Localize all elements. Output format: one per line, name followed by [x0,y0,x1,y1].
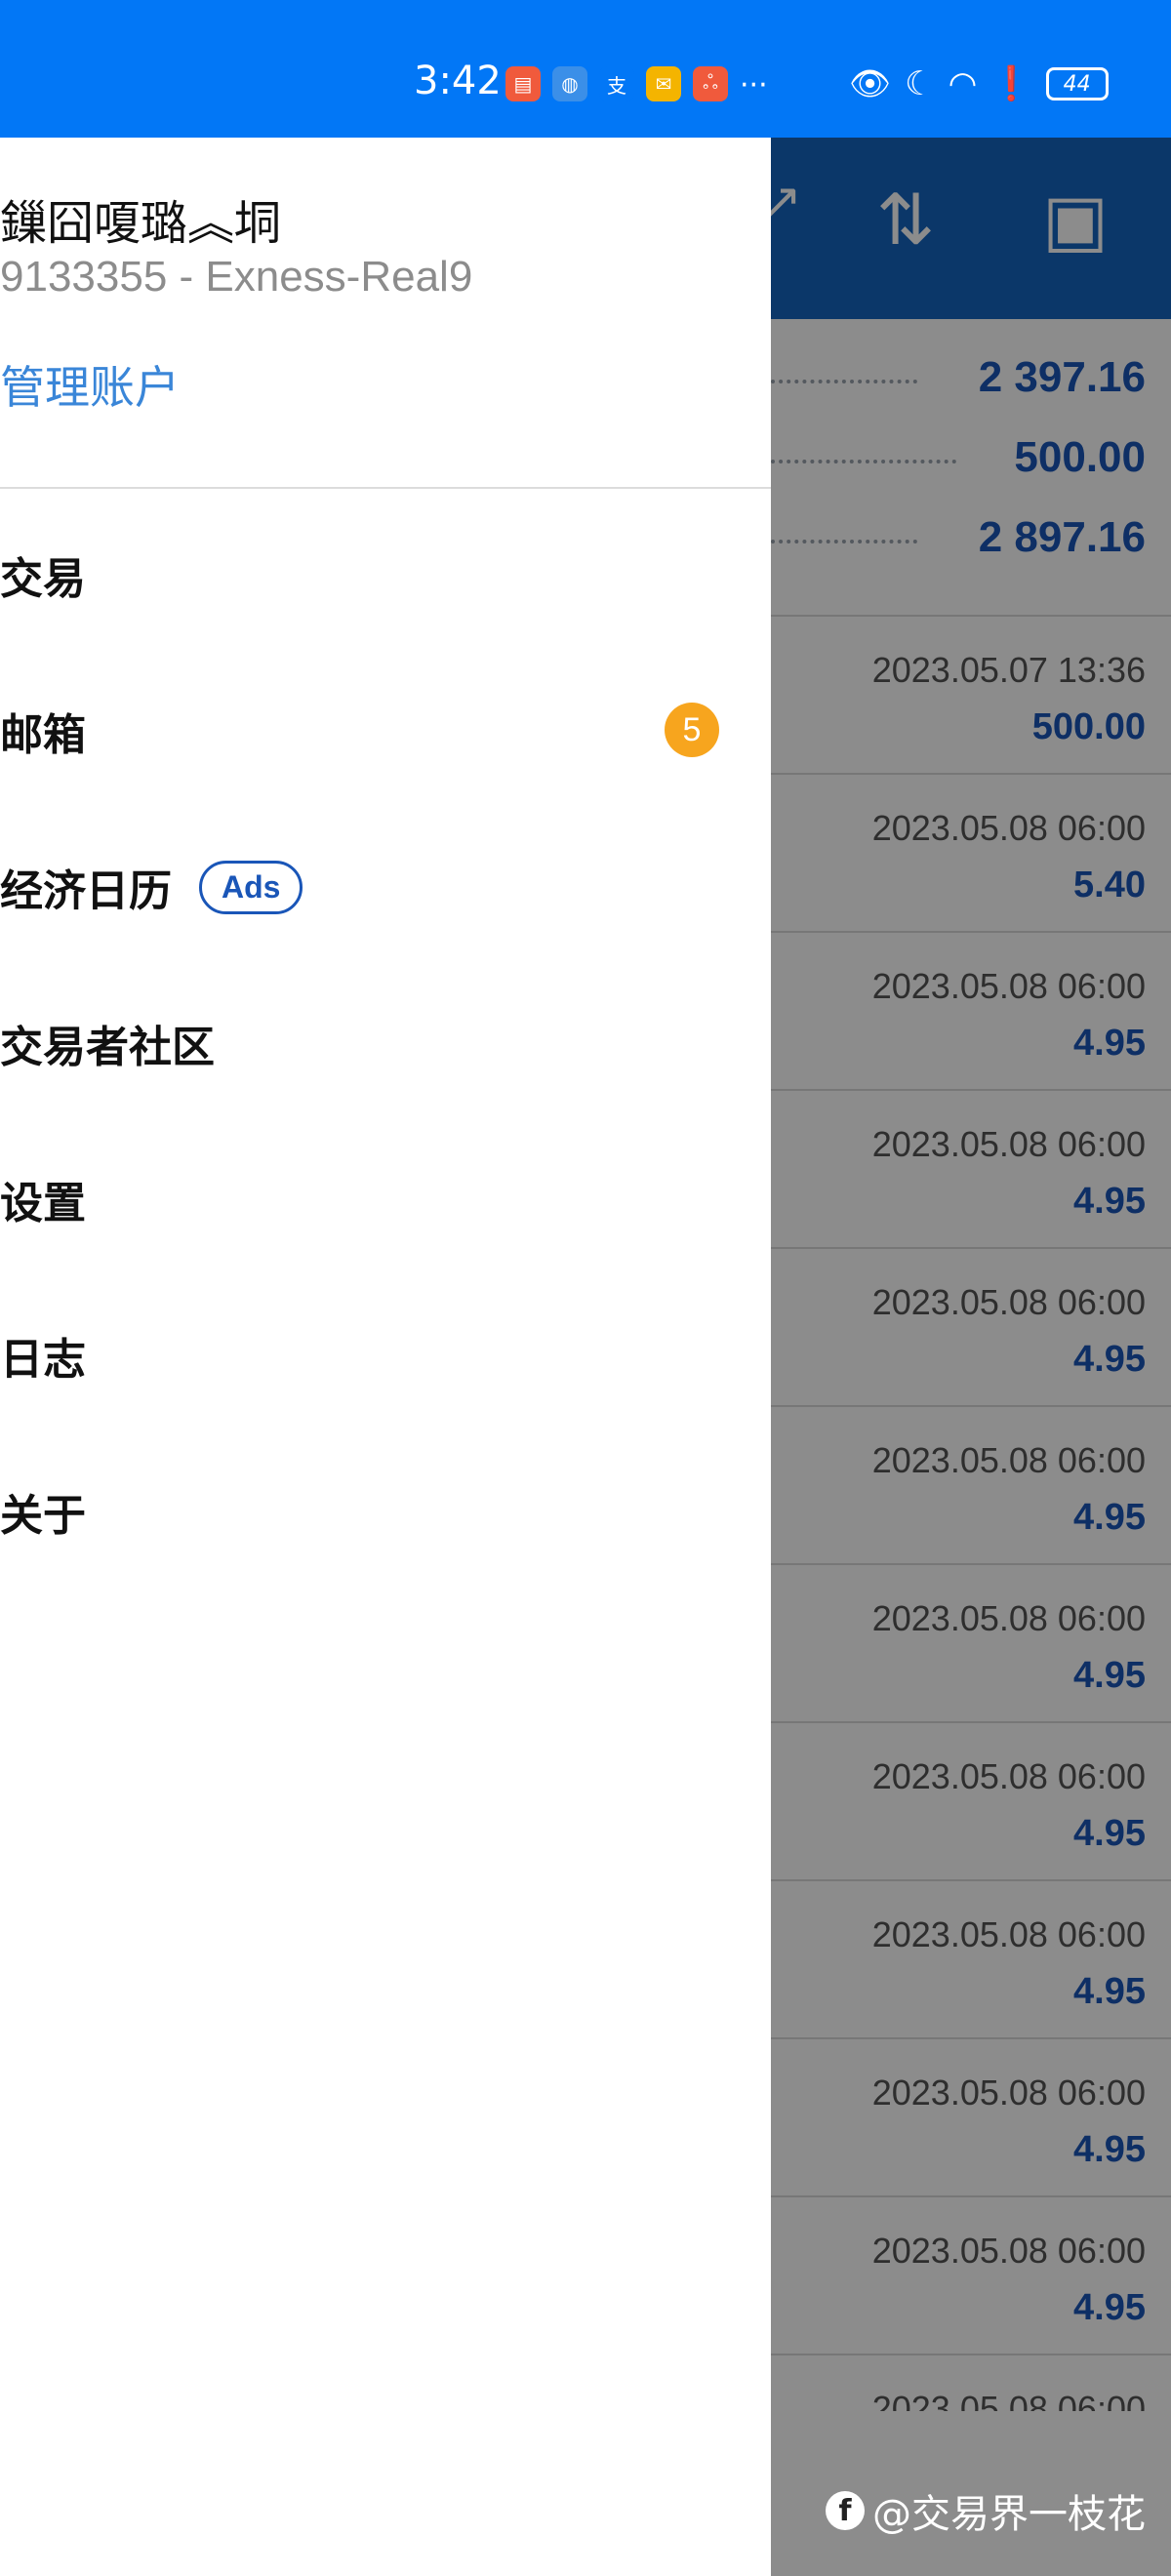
menu-item-label: 邮箱 [0,710,86,760]
account-id: 9133355 - Exness-Real9 [0,253,473,301]
menu-item[interactable]: 交易 [0,497,771,653]
wifi-icon: ◠ [948,64,978,103]
browser-icon: ◍ [552,66,587,101]
mail-icon: ✉ [646,66,681,101]
menu-item-label: 关于 [0,1491,86,1541]
menu-item-label: 设置 [0,1179,86,1228]
app-grid-icon: ஃ [693,66,728,101]
manage-accounts-link[interactable]: 管理账户 [0,352,180,417]
menu-item-label: 交易者社区 [0,1023,215,1072]
status-app-icons: ▤ ◍ 支 ✉ ஃ ··· [505,66,768,105]
watermark: f @交易界一枝花 [826,2482,1146,2539]
status-time: 3:42 [414,59,502,103]
eye-icon: 👁 [849,64,892,103]
navigation-drawer: 鏁囧嗄璐︽垌 9133355 - Exness-Real9 管理账户 交易邮箱 5… [0,138,771,2576]
ads-badge: Ads [199,860,303,914]
menu-item[interactable]: 邮箱 5 [0,653,771,809]
alipay-icon: 支 [599,66,634,101]
app-notification-icon: ▤ [505,66,541,101]
account-name: 鏁囧嗄璐︽垌 [0,196,282,251]
menu-item[interactable]: 设置 [0,1121,771,1277]
moon-icon: ☾ [905,64,935,103]
more-notifications-icon: ··· [740,68,768,102]
unread-count-badge: 5 [665,703,719,757]
divider [0,487,771,489]
menu-item[interactable]: 日志 [0,1277,771,1433]
status-bar: 3:42 ▤ ◍ 支 ✉ ஃ ··· 👁 ☾ ◠ ❗ 44 [0,0,1171,138]
menu-item-label: 日志 [0,1335,86,1385]
menu-item[interactable]: 交易者社区 [0,965,771,1121]
drawer-scrim[interactable] [771,138,1171,2576]
menu-item-label: 交易 [0,554,86,604]
drawer-menu: 交易邮箱 5 经济日历 Ads 交易者社区设置日志关于 [0,497,771,1590]
status-indicators: 👁 ☾ ◠ ❗ 44 [849,64,1109,103]
menu-item[interactable]: 经济日历 Ads [0,809,771,965]
facebook-icon: f [826,2491,865,2530]
alert-icon: ❗ [990,64,1032,103]
menu-item[interactable]: 关于 [0,1433,771,1590]
battery-icon: 44 [1045,67,1109,101]
watermark-text: @交易界一枝花 [872,2492,1146,2537]
menu-item-label: 经济日历 [0,866,172,916]
